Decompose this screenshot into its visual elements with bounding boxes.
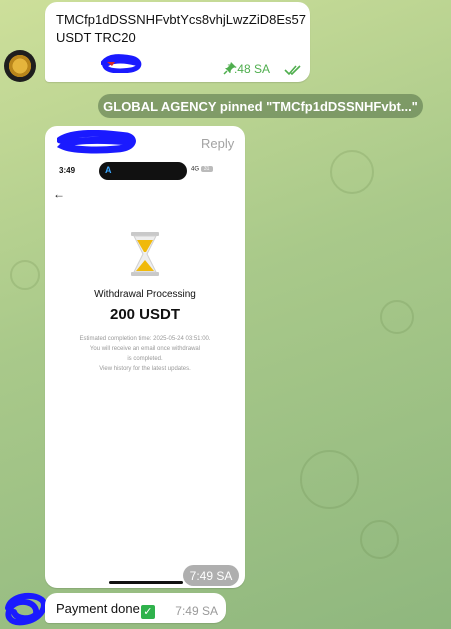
message-line-network: USDT TRC20 xyxy=(56,30,136,45)
background-doodle xyxy=(380,300,414,334)
sender-avatar[interactable] xyxy=(4,50,36,82)
home-indicator xyxy=(109,581,183,584)
background-doodle xyxy=(10,260,40,290)
withdrawal-amount: 200 USDT xyxy=(109,306,181,323)
note-line: is completed. xyxy=(127,356,163,362)
check-mark-icon: ✓ xyxy=(140,605,155,619)
message-time: 7:49 SA xyxy=(175,604,218,618)
logo-icon xyxy=(7,53,33,79)
note-line: View history for the latest updates. xyxy=(99,366,191,372)
status-clock: 3:49 xyxy=(59,166,76,175)
message-text: TMCfp1dDSSNHFvbtYcs8vhjLwzZiD8Es57 USDT … xyxy=(56,11,306,47)
battery-icon: 31 xyxy=(200,166,213,172)
photo-message[interactable]: Reply 3:49 A 4G 31 ← Withdrawal Processi… xyxy=(45,126,245,588)
app-letter-icon: A xyxy=(105,165,112,175)
redacted-scribble xyxy=(101,54,142,73)
status-icons: 4G 31 xyxy=(191,166,213,173)
background-doodle xyxy=(360,520,399,559)
message-bubble[interactable]: Payment done ✓ 7:49 SA xyxy=(45,593,226,623)
message-text: Payment done ✓ xyxy=(56,601,155,619)
withdrawal-note: Estimated completion time: 2025-05-24 03… xyxy=(45,334,245,374)
dynamic-island: A xyxy=(99,162,187,180)
message-bubble[interactable]: TMCfp1dDSSNHFvbtYcs8vhjLwzZiD8Es57 USDT … xyxy=(45,2,310,82)
message-time: 7:48 SA xyxy=(227,62,270,76)
withdrawal-title: Withdrawal Processing xyxy=(94,289,196,300)
note-line: Estimated completion time: 2025-05-24 03… xyxy=(79,336,211,342)
background-doodle xyxy=(300,450,359,509)
photo-time: 7:49 SA xyxy=(183,565,239,586)
pinned-notice[interactable]: GLOBAL AGENCY pinned "TMCfp1dDSSNHFvbt..… xyxy=(98,94,423,118)
message-line-address: TMCfp1dDSSNHFvbtYcs8vhjLwzZiD8Es57 xyxy=(56,12,306,27)
note-line: You will receive an email once withdrawa… xyxy=(89,346,201,352)
double-check-icon xyxy=(284,65,301,76)
reply-button[interactable]: Reply xyxy=(201,136,234,151)
hourglass-icon xyxy=(131,232,159,276)
network-label: 4G xyxy=(191,166,200,173)
message-body: Payment done xyxy=(56,601,140,616)
redacted-avatar[interactable] xyxy=(2,590,48,626)
background-doodle xyxy=(330,150,374,194)
back-arrow-icon: ← xyxy=(53,187,65,201)
redacted-scribble xyxy=(57,130,136,154)
